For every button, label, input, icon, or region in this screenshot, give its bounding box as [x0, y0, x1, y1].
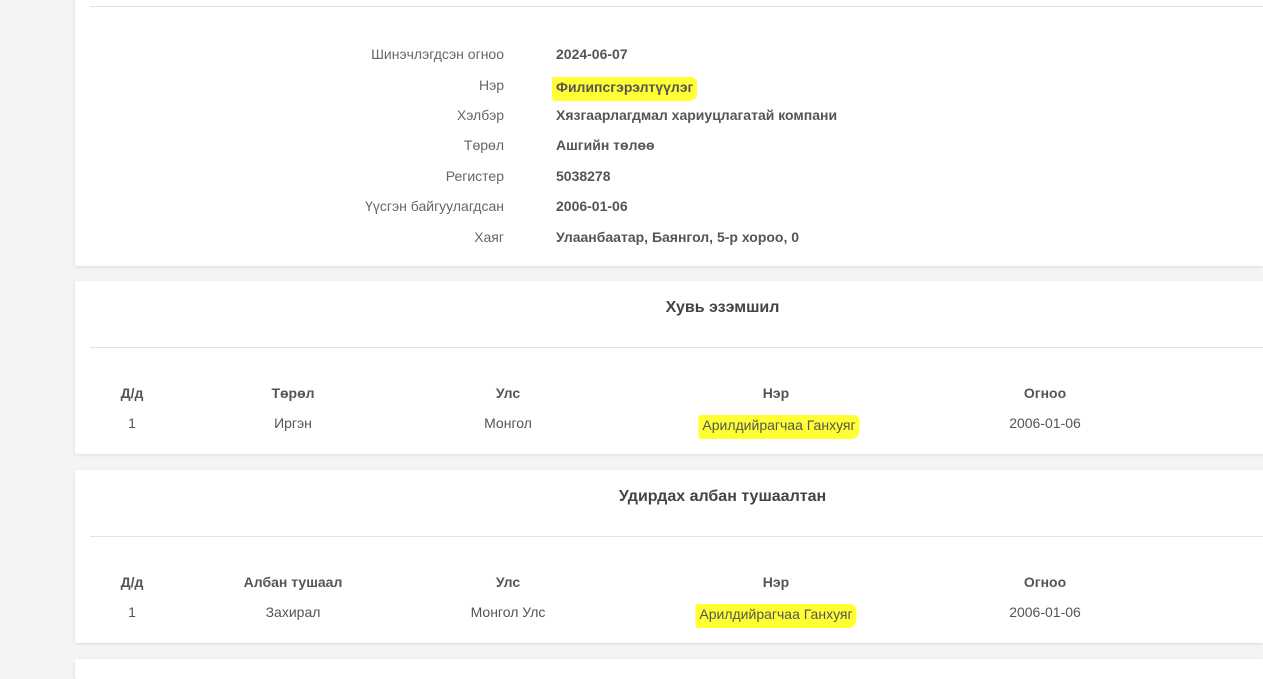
- table-cell: 1: [128, 604, 136, 620]
- info-value: 2006-01-06: [556, 198, 628, 214]
- info-value: Улаанбаатар, Баянгол, 5-р хороо, 0: [556, 229, 800, 245]
- info-value-company-name: Филипсгэрэлтүүлэг: [552, 77, 698, 101]
- column-header: Нэр: [762, 385, 790, 401]
- officer-name-cell: Арилдийрагчаа Ганхуяг: [695, 604, 857, 628]
- info-label: Хаяг: [474, 229, 504, 245]
- info-label: Шинэчлэгдсэн огноо: [371, 46, 504, 62]
- section-title: Хувь эзэмшил: [665, 299, 780, 316]
- info-label: Төрөл: [463, 137, 504, 153]
- table-cell: 2006-01-06: [1009, 415, 1081, 431]
- section-title: Удирдах албан тушаалтан: [618, 488, 827, 505]
- column-header: Огноо: [1023, 574, 1067, 590]
- table-cell: Монгол Улс: [470, 604, 546, 620]
- info-label: Регистер: [445, 168, 504, 184]
- column-header: Улс: [495, 385, 521, 401]
- info-label: Хэлбэр: [456, 107, 504, 123]
- info-label: Нэр: [478, 77, 504, 93]
- info-row-type: Төрөл Ашгийн төлөө: [75, 135, 1263, 157]
- owner-name-cell: Арилдийрагчаа Ганхуяг: [698, 415, 860, 439]
- table-cell: Захирал: [265, 604, 321, 620]
- column-header: Д/д: [120, 574, 144, 590]
- info-row-form: Хэлбэр Хязгаарлагдмал хариуцлагатай комп…: [75, 105, 1263, 127]
- divider: [90, 6, 1263, 7]
- info-value: Ашгийн төлөө: [556, 137, 655, 153]
- table-cell: Иргэн: [274, 415, 312, 431]
- info-value: 2024-06-07: [556, 46, 628, 62]
- info-value: Хязгаарлагдмал хариуцлагатай компани: [556, 107, 838, 123]
- divider: [90, 347, 1263, 348]
- info-value: 5038278: [556, 168, 611, 184]
- info-row-address: Хаяг Улаанбаатар, Баянгол, 5-р хороо, 0: [75, 227, 1263, 249]
- info-label: Үүсгэн байгуулагдсан: [365, 198, 504, 214]
- column-header: Албан тушаал: [243, 574, 343, 590]
- column-header: Улс: [495, 574, 521, 590]
- next-card: [75, 659, 1263, 679]
- info-row-updated-date: Шинэчлэгдсэн огноо 2024-06-07: [75, 44, 1263, 66]
- info-row-founded: Үүсгэн байгуулагдсан 2006-01-06: [75, 196, 1263, 218]
- table-cell: 2006-01-06: [1009, 604, 1081, 620]
- column-header: Д/д: [120, 385, 144, 401]
- column-header: Төрөл: [271, 385, 315, 401]
- column-header: Огноо: [1023, 385, 1067, 401]
- column-header: Нэр: [762, 574, 790, 590]
- info-row-name: Нэр Филипсгэрэлтүүлэг: [75, 75, 1263, 101]
- divider: [90, 536, 1263, 537]
- info-row-register: Регистер 5038278: [75, 166, 1263, 188]
- company-info-card: Шинэчлэгдсэн огноо 2024-06-07 Нэр Филипс…: [75, 0, 1263, 266]
- officers-card: Удирдах албан тушаалтан Д/д Албан тушаал…: [75, 470, 1263, 643]
- ownership-card: Хувь эзэмшил Д/д Төрөл Улс Нэр Огноо 1 И…: [75, 281, 1263, 454]
- table-cell: 1: [128, 415, 136, 431]
- table-cell: Монгол: [484, 415, 532, 431]
